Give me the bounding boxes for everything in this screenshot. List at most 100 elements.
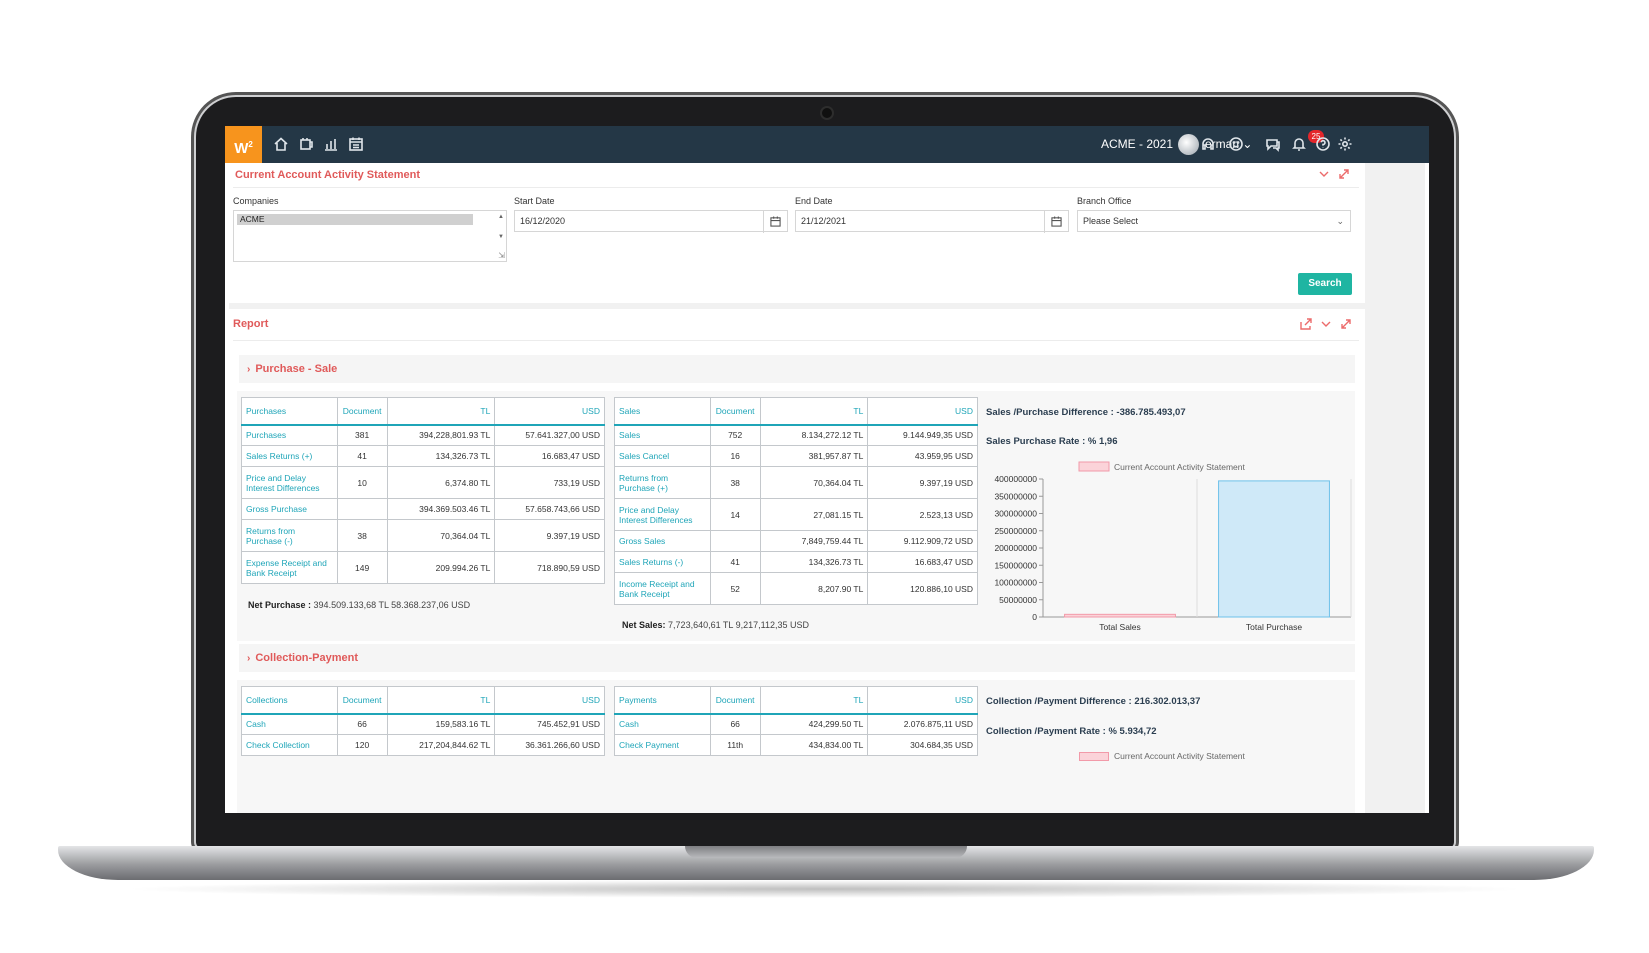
resize-handle-icon[interactable]: ⇲ [498,251,505,260]
table-row: Cash 66 159,583.16 TL 745.452,91 USD [241,713,605,735]
column-header[interactable]: Document [336,397,388,426]
branch-office-select[interactable]: Please Select ⌄ [1077,210,1351,232]
column-header[interactable]: Document [709,397,761,426]
column-header[interactable]: Sales [614,397,711,426]
row-label-link[interactable]: Check Payment [614,734,711,756]
search-button[interactable]: Search [1298,273,1352,295]
table-cell: 11th [709,734,761,756]
app-logo[interactable]: W2 [225,126,262,163]
calendar-icon[interactable] [348,136,364,152]
chevron-down-icon[interactable] [1317,167,1331,181]
table-cell: 434,834.00 TL [759,734,869,756]
table-cell: 718.890,59 USD [494,551,605,584]
headset-icon[interactable] [1200,136,1216,152]
main-content: Current Account Activity Statement Compa… [229,163,1425,813]
column-header[interactable]: USD [867,397,978,426]
companies-listbox[interactable]: ACME ▲ ▼ ⇲ [233,210,507,262]
chat-icon[interactable] [1265,136,1281,152]
table-row: Purchases 381 394,228,801.93 TL 57.641.327,… [241,424,605,446]
table-cell: 6,374.80 TL [386,466,496,499]
table-cell: 57.641.327,00 USD [494,424,605,446]
row-label-link[interactable]: Income Receipt and Bank Receipt [614,572,711,605]
avatar[interactable] [1178,134,1199,155]
collection-payment-rate: Collection /Payment Rate : % 5.934,72 [986,726,1157,737]
table-cell: 394.369.503.46 TL [386,498,496,520]
table-cell: 9.112.909,72 USD [867,530,978,552]
panel-title: Current Account Activity Statement [235,169,420,181]
bell-icon[interactable] [1291,136,1307,152]
help-icon[interactable] [1315,136,1331,152]
row-label-link[interactable]: Price and Delay Interest Differences [241,466,338,499]
column-header[interactable]: Document [336,686,388,715]
x-tick-label: Total Purchase [1246,622,1302,632]
table-cell: 41 [709,551,761,573]
row-label-link[interactable]: Expense Receipt and Bank Receipt [241,551,338,584]
export-icon[interactable] [1299,317,1313,331]
table-row: Gross Purchase 394.369.503.46 TL 57.658.74… [241,498,605,520]
bookmark-icon[interactable] [298,136,314,152]
branch-office-label: Branch Office [1077,196,1132,206]
company-option-acme[interactable]: ACME [237,214,473,225]
end-date-input[interactable]: 21/12/2021 [795,210,1069,233]
y-tick-label: 150000000 [994,560,1037,570]
collection-payment-section[interactable]: › Collection-Payment [239,644,1355,672]
column-header[interactable]: Payments [614,686,711,715]
column-header[interactable]: USD [867,686,978,715]
start-date-input[interactable]: 16/12/2020 [514,210,788,233]
table-cell: 70,364.04 TL [759,466,869,499]
table-row: Expense Receipt and Bank Receipt 149 209.9… [241,551,605,584]
gear-icon[interactable] [1337,136,1353,152]
table-cell: 66 [336,713,388,735]
chart-icon[interactable] [323,136,339,152]
row-label-link[interactable]: Check Collection [241,734,338,756]
row-label-link[interactable]: Returns from Purchase (-) [241,519,338,552]
column-header[interactable]: TL [759,686,869,715]
column-header[interactable]: Collections [241,686,338,715]
column-header[interactable]: TL [386,686,496,715]
table-cell: 10 [336,466,388,499]
column-header[interactable]: TL [386,397,496,426]
expand-icon[interactable] [1339,317,1353,331]
table-header: Sales Document TL USD [614,397,978,426]
sales-purchase-rate: Sales Purchase Rate : % 1,96 [986,436,1118,447]
row-label-link[interactable]: Cash [241,713,338,735]
scroll-up-icon[interactable]: ▲ [498,214,504,220]
scroll-down-icon[interactable]: ▼ [498,234,504,240]
row-label-link[interactable]: Sales [614,424,711,446]
row-label-link[interactable]: Purchases [241,424,338,446]
row-label-link[interactable]: Sales Cancel [614,445,711,467]
smiley-icon[interactable] [1228,136,1244,152]
row-label-link[interactable]: Sales Returns (-) [614,551,711,573]
row-label-link[interactable]: Price and Delay Interest Differences [614,498,711,531]
row-label-link[interactable]: Sales Returns (+) [241,445,338,467]
row-label-link[interactable]: Gross Sales [614,530,711,552]
table-cell: 16.683,47 USD [867,551,978,573]
table-header: Purchases Document TL USD [241,397,605,426]
column-header[interactable]: Document [709,686,761,715]
expand-icon[interactable] [1337,167,1351,181]
table-cell: 16 [709,445,761,467]
column-header[interactable]: TL [759,397,869,426]
table-row: Check Collection 120 217,204,844.62 TL 36.3… [241,734,605,756]
table-cell: 134,326.73 TL [386,445,496,467]
table-row: Cash 66 424,299.50 TL 2.076.875,11 USD [614,713,978,735]
table-cell: 8,207.90 TL [759,572,869,605]
row-label-link[interactable]: Gross Purchase [241,498,338,520]
table-cell: 43.959,95 USD [867,445,978,467]
company-selector[interactable]: ACME - 2021 [1101,137,1173,151]
column-header[interactable]: USD [494,686,605,715]
table-cell: 9.397,19 USD [867,466,978,499]
purchase-sale-section[interactable]: › Purchase - Sale [239,355,1355,383]
column-header[interactable]: USD [494,397,605,426]
table-row: Returns from Purchase (-) 38 70,364.04 TL 9… [241,519,605,552]
divider [233,340,1359,341]
chevron-down-icon[interactable] [1319,317,1333,331]
calendar-icon[interactable] [1044,211,1068,233]
laptop-shadow [120,880,1530,898]
row-label-link[interactable]: Cash [614,713,711,735]
row-label-link[interactable]: Returns from Purchase (+) [614,466,711,499]
column-header[interactable]: Purchases [241,397,338,426]
calendar-icon[interactable] [763,211,787,233]
home-icon[interactable] [273,136,289,152]
legend-label: Current Account Activity Statement [1114,751,1245,761]
